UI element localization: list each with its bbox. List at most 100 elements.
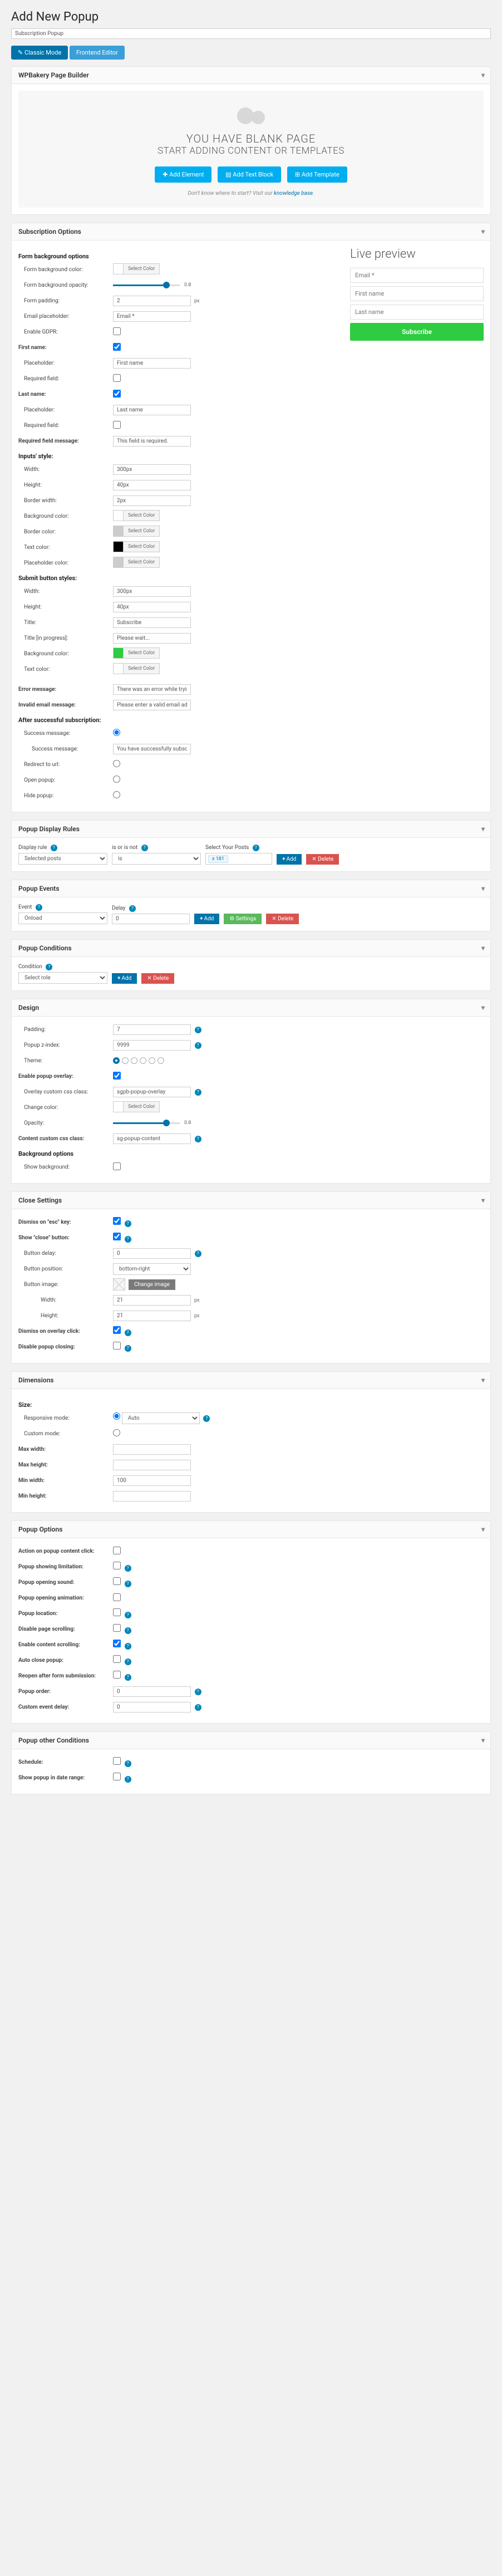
frontend-editor-button[interactable]: Frontend Editor <box>70 46 125 60</box>
input-height-input[interactable] <box>113 480 191 490</box>
help-icon[interactable]: ? <box>125 1674 131 1681</box>
min-width-input[interactable] <box>113 1475 191 1486</box>
design-padding-input[interactable] <box>113 1024 191 1035</box>
auto-close-checkbox[interactable] <box>113 1655 121 1663</box>
max-width-input[interactable] <box>113 1444 191 1455</box>
content-class-input[interactable] <box>113 1134 191 1144</box>
overlay-click-checkbox[interactable] <box>113 1326 121 1334</box>
redirect-url-radio[interactable] <box>113 760 120 767</box>
form-padding-input[interactable] <box>113 296 191 306</box>
required-msg-input[interactable] <box>113 436 191 446</box>
help-icon[interactable]: ? <box>125 1760 131 1767</box>
ln-placeholder-input[interactable] <box>113 405 191 415</box>
schedule-checkbox[interactable] <box>113 1757 121 1765</box>
condition-delete-button[interactable]: ✕ Delete <box>141 973 174 984</box>
showing-limitation-checkbox[interactable] <box>113 1562 121 1569</box>
wpbakery-panel-header[interactable]: WPBakery Page Builder▾ <box>12 67 490 84</box>
content-click-checkbox[interactable] <box>113 1547 121 1554</box>
overlay-color-picker[interactable]: Select Color <box>113 1101 160 1112</box>
custom-event-delay-input[interactable] <box>113 1702 191 1713</box>
date-range-checkbox[interactable] <box>113 1773 121 1780</box>
selected-post-tag[interactable]: x 181 <box>208 855 228 863</box>
success-msg-radio[interactable] <box>113 729 120 736</box>
overlay-opacity-slider[interactable] <box>113 1122 180 1124</box>
delay-input[interactable] <box>112 914 190 924</box>
event-add-button[interactable]: +Add <box>194 914 219 924</box>
content-scrolling-checkbox[interactable] <box>113 1640 121 1647</box>
border-width-input[interactable] <box>113 495 191 506</box>
subscription-options-header[interactable]: Subscription Options▾ <box>12 223 490 241</box>
popup-location-checkbox[interactable] <box>113 1608 121 1616</box>
help-icon[interactable]: ? <box>125 1612 131 1618</box>
other-conditions-header[interactable]: Popup other Conditions▾ <box>12 1732 490 1749</box>
event-settings-button[interactable]: ⚙ Settings <box>224 914 262 924</box>
popup-options-header[interactable]: Popup Options▾ <box>12 1521 490 1538</box>
reopen-checkbox[interactable] <box>113 1671 121 1679</box>
help-icon[interactable]: ? <box>125 1565 131 1572</box>
post-title-input[interactable] <box>11 28 491 39</box>
custom-mode-radio[interactable] <box>113 1429 120 1436</box>
disable-closing-checkbox[interactable] <box>113 1342 121 1350</box>
help-icon[interactable]: ? <box>195 1250 201 1257</box>
open-popup-radio[interactable] <box>113 776 120 783</box>
event-delete-button[interactable]: ✕ Delete <box>266 914 299 924</box>
enable-gdpr-checkbox[interactable] <box>113 327 121 335</box>
design-header[interactable]: Design▾ <box>12 999 490 1017</box>
submit-width-input[interactable] <box>113 586 191 597</box>
submit-title-input[interactable] <box>113 617 191 628</box>
change-image-button[interactable]: Change image <box>129 1279 175 1290</box>
help-icon[interactable]: ? <box>125 1329 131 1336</box>
help-icon[interactable]: ? <box>125 1220 131 1227</box>
display-rules-header[interactable]: Popup Display Rules▾ <box>12 821 490 838</box>
input-width-input[interactable] <box>113 464 191 475</box>
help-icon[interactable]: ? <box>195 1042 201 1049</box>
help-icon[interactable]: ? <box>125 1627 131 1634</box>
knowledge-base-link[interactable]: knowledge base <box>274 190 313 197</box>
close-settings-header[interactable]: Close Settings▾ <box>12 1192 490 1209</box>
preview-firstname-input[interactable] <box>350 286 484 301</box>
border-color-picker[interactable]: Select Color <box>113 526 160 537</box>
rule-add-button[interactable]: +Add <box>277 854 302 865</box>
popup-order-input[interactable] <box>113 1686 191 1697</box>
help-icon[interactable]: ? <box>195 1136 201 1142</box>
fn-placeholder-input[interactable] <box>113 358 191 369</box>
disable-page-scroll-checkbox[interactable] <box>113 1624 121 1632</box>
responsive-size-select[interactable]: Auto <box>122 1412 200 1424</box>
preview-email-input[interactable] <box>350 268 484 283</box>
first-name-checkbox[interactable] <box>113 343 121 351</box>
show-bg-checkbox[interactable] <box>113 1162 121 1170</box>
submit-height-input[interactable] <box>113 602 191 612</box>
help-icon[interactable]: ? <box>129 905 136 912</box>
opening-animation-checkbox[interactable] <box>113 1593 121 1601</box>
help-icon[interactable]: ? <box>141 845 148 851</box>
condition-add-button[interactable]: +Add <box>112 973 137 984</box>
invalid-email-input[interactable] <box>113 700 191 710</box>
help-icon[interactable]: ? <box>125 1643 131 1650</box>
help-icon[interactable]: ? <box>195 1089 201 1096</box>
help-icon[interactable]: ? <box>46 964 52 970</box>
email-placeholder-input[interactable] <box>113 311 191 322</box>
add-element-button[interactable]: ✚ Add Element <box>155 166 211 183</box>
help-icon[interactable]: ? <box>125 1236 131 1243</box>
form-bg-color-picker[interactable]: Select Color <box>113 263 160 274</box>
text-color-picker[interactable]: Select Color <box>113 541 160 552</box>
is-or-not-select[interactable]: is <box>112 853 201 865</box>
popup-events-header[interactable]: Popup Events▾ <box>12 880 490 897</box>
submit-title-progress-input[interactable] <box>113 633 191 644</box>
theme-radios[interactable] <box>113 1057 484 1064</box>
responsive-mode-radio[interactable] <box>113 1412 120 1420</box>
min-height-input[interactable] <box>113 1491 191 1502</box>
dismiss-esc-checkbox[interactable] <box>113 1217 121 1225</box>
enable-overlay-checkbox[interactable] <box>113 1072 121 1080</box>
classic-mode-button[interactable]: ✎ Classic Mode <box>11 46 68 60</box>
help-icon[interactable]: ? <box>51 845 57 851</box>
submit-text-color-picker[interactable]: Select Color <box>113 663 160 674</box>
rule-delete-button[interactable]: ✕ Delete <box>306 854 339 865</box>
preview-lastname-input[interactable] <box>350 305 484 320</box>
add-template-button[interactable]: ⊞ Add Template <box>287 166 347 183</box>
show-close-checkbox[interactable] <box>113 1233 121 1240</box>
help-icon[interactable]: ? <box>36 904 42 911</box>
submit-bg-color-picker[interactable]: Select Color <box>113 647 160 659</box>
button-delay-input[interactable] <box>113 1248 191 1259</box>
fn-required-checkbox[interactable] <box>113 374 121 382</box>
